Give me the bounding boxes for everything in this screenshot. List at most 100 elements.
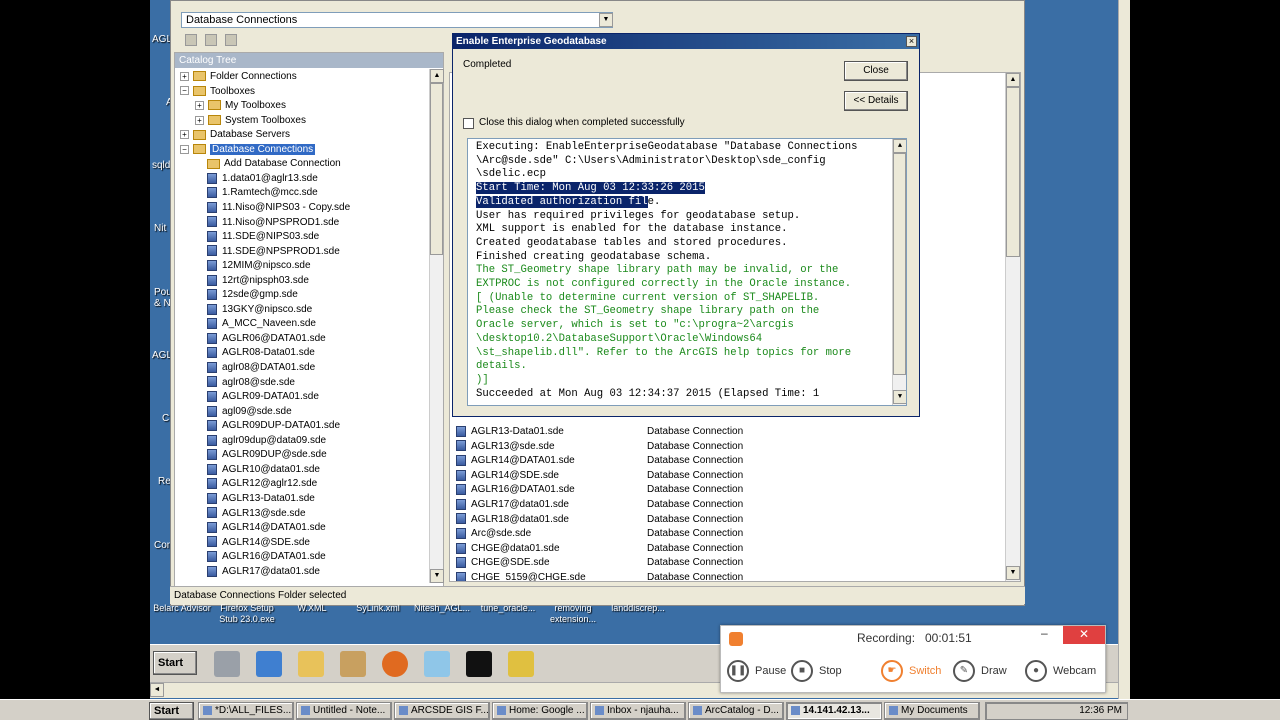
arccatalog-icon[interactable] [508, 651, 534, 677]
switch-button[interactable]: ☛ Switch [881, 659, 941, 683]
tree-node[interactable]: − Toolboxes [180, 85, 255, 100]
tree-node[interactable]: AGLR08-Data01.sde [207, 346, 315, 361]
list-item[interactable]: CHGE_5159@CHGE.sde Database Connection [456, 571, 996, 581]
location-combobox[interactable]: Database Connections [181, 12, 613, 28]
close-button[interactable]: Close [844, 61, 908, 81]
tree-node[interactable]: 1.data01@aglr13.sde [207, 172, 318, 187]
taskbar-button[interactable]: Untitled - Note... [296, 702, 392, 720]
tree-vertical-scrollbar[interactable]: ▲ ▼ [429, 69, 444, 583]
taskbar-button[interactable]: My Documents [884, 702, 980, 720]
list-item[interactable]: AGLR13-Data01.sde Database Connection [456, 425, 996, 440]
notepad-icon[interactable] [424, 651, 450, 677]
contents-vertical-scrollbar[interactable]: ▲ ▼ [1005, 73, 1020, 581]
taskbar-button[interactable]: Home: Google ... [492, 702, 588, 720]
list-item[interactable]: AGLR17@data01.sde Database Connection [456, 498, 996, 513]
desktop-icon-firefox-setup[interactable]: Firefox Setup Stub 23.0.exe [214, 603, 280, 625]
pause-button[interactable]: ❚❚ Pause [727, 659, 786, 683]
desktop-icon-tune-oracle[interactable]: tune_oracle... [476, 603, 540, 614]
tree-node[interactable]: + System Toolboxes [195, 114, 306, 129]
firefox-icon[interactable] [382, 651, 408, 677]
server-manager-icon[interactable] [214, 651, 240, 677]
desktop-icon-nitesh[interactable]: Nitesh_AGL... [408, 603, 476, 614]
tree-node[interactable]: + My Toolboxes [195, 99, 286, 114]
tree-node[interactable]: 12sde@gmp.sde [207, 288, 298, 303]
tree-node[interactable]: 12MIM@nipsco.sde [207, 259, 311, 274]
desktop-icon-wxml[interactable]: W.XML [285, 603, 339, 614]
tree-node[interactable]: 13GKY@nipsco.sde [207, 303, 312, 318]
desktop-icon-belarc[interactable]: Belarc Advisor [150, 603, 214, 614]
list-item[interactable]: CHGE@SDE.sde Database Connection [456, 556, 996, 571]
tree-node[interactable]: AGLR13@sde.sde [207, 507, 306, 522]
scroll-up-button[interactable]: ▲ [893, 139, 906, 153]
tree-node[interactable]: AGLR09DUP-DATA01.sde [207, 419, 340, 434]
tree-node[interactable]: 11.SDE@NIPS03.sde [207, 230, 319, 245]
minimize-icon[interactable]: – [1041, 626, 1053, 640]
tree-node[interactable]: AGLR09DUP@sde.sde [207, 448, 327, 463]
expand-icon[interactable]: + [180, 71, 189, 81]
explorer-icon[interactable] [298, 651, 324, 677]
scroll-down-button[interactable]: ▼ [1006, 566, 1020, 580]
tree-node[interactable]: Add Database Connection [207, 157, 341, 172]
tree-node[interactable]: agl09@sde.sde [207, 405, 292, 420]
list-item[interactable]: AGLR16@DATA01.sde Database Connection [456, 483, 996, 498]
tree-node[interactable]: AGLR12@aglr12.sde [207, 477, 317, 492]
tree-node[interactable]: 11.Niso@NIPS03 - Copy.sde [207, 201, 350, 216]
taskbar-button[interactable]: *D:\ALL_FILES... [198, 702, 294, 720]
tree-node[interactable]: 1.Ramtech@mcc.sde [207, 186, 318, 201]
scroll-down-button[interactable]: ▼ [893, 390, 906, 404]
tree-node[interactable]: + Database Servers [180, 128, 290, 143]
expand-icon[interactable]: + [195, 115, 204, 125]
collapse-icon[interactable]: − [180, 144, 189, 154]
clock[interactable]: 12:36 PM [1079, 705, 1122, 716]
list-item[interactable]: CHGE@data01.sde Database Connection [456, 542, 996, 557]
scroll-down-button[interactable]: ▼ [430, 569, 444, 583]
tree-node[interactable]: AGLR10@data01.sde [207, 463, 320, 478]
tree-node[interactable]: AGLR14@SDE.sde [207, 536, 310, 551]
draw-button[interactable]: ✎ Draw [953, 659, 1007, 683]
command-prompt-icon[interactable] [466, 651, 492, 677]
taskbar-button[interactable]: ARCSDE GIS F... [394, 702, 490, 720]
tree-node[interactable]: 11.SDE@NPSPROD1.sde [207, 245, 340, 260]
start-button[interactable]: Start [149, 702, 194, 720]
recorder-close-icon[interactable]: ✕ [1063, 626, 1105, 644]
log-vertical-scrollbar[interactable]: ▲ ▼ [892, 139, 906, 405]
list-item[interactable]: AGLR18@data01.sde Database Connection [456, 513, 996, 528]
desktop-icon-sylink[interactable]: SyLink.xml [348, 603, 408, 614]
taskbar-button[interactable]: ArcCatalog - D... [688, 702, 784, 720]
tree-node[interactable]: aglr08@DATA01.sde [207, 361, 315, 376]
scroll-thumb[interactable] [430, 83, 443, 255]
tree-node[interactable]: AGLR16@DATA01.sde [207, 550, 326, 565]
tree-node[interactable]: A_MCC_Naveen.sde [207, 317, 316, 332]
connect-icon[interactable] [185, 34, 197, 46]
tree-node[interactable]: aglr09dup@data09.sde [207, 434, 326, 449]
details-button[interactable]: << Details [844, 91, 908, 111]
taskbar-button[interactable]: Inbox - njauha... [590, 702, 686, 720]
list-item[interactable]: AGLR14@DATA01.sde Database Connection [456, 454, 996, 469]
expand-icon[interactable]: + [180, 130, 189, 140]
tree-node[interactable]: AGLR09-DATA01.sde [207, 390, 319, 405]
expand-icon[interactable]: + [195, 100, 204, 110]
tree-node[interactable]: AGLR06@DATA01.sde [207, 332, 326, 347]
inner-start-button[interactable]: Start [153, 651, 197, 675]
close-icon[interactable]: × [906, 36, 917, 47]
tree-node[interactable]: 12rt@nipsph03.sde [207, 274, 309, 289]
scroll-up-button[interactable]: ▲ [1006, 73, 1020, 87]
scroll-thumb[interactable] [893, 153, 906, 375]
list-item[interactable]: AGLR13@sde.sde Database Connection [456, 440, 996, 455]
scroll-up-button[interactable]: ▲ [430, 69, 444, 83]
desktop-icon-removing[interactable]: removing extension... [544, 603, 602, 625]
list-item[interactable]: AGLR14@SDE.sde Database Connection [456, 469, 996, 484]
desktop-vertical-scrollbar[interactable] [1118, 0, 1130, 700]
tree-node[interactable]: aglr08@sde.sde [207, 376, 295, 391]
list-item[interactable]: Arc@sde.sde Database Connection [456, 527, 996, 542]
location-dropdown-button[interactable]: ▼ [599, 13, 613, 27]
tree-node[interactable]: + Folder Connections [180, 70, 297, 85]
webcam-button[interactable]: ● Webcam [1025, 659, 1096, 683]
tree-node[interactable]: − Database Connections [180, 143, 316, 158]
disconnect-icon[interactable] [205, 34, 217, 46]
tools-icon[interactable] [340, 651, 366, 677]
close-on-complete-checkbox[interactable] [463, 118, 474, 129]
powershell-icon[interactable] [256, 651, 282, 677]
tree-node[interactable]: AGLR13-Data01.sde [207, 492, 315, 507]
message-log[interactable]: Executing: EnableEnterpriseGeodatabase "… [467, 138, 907, 406]
